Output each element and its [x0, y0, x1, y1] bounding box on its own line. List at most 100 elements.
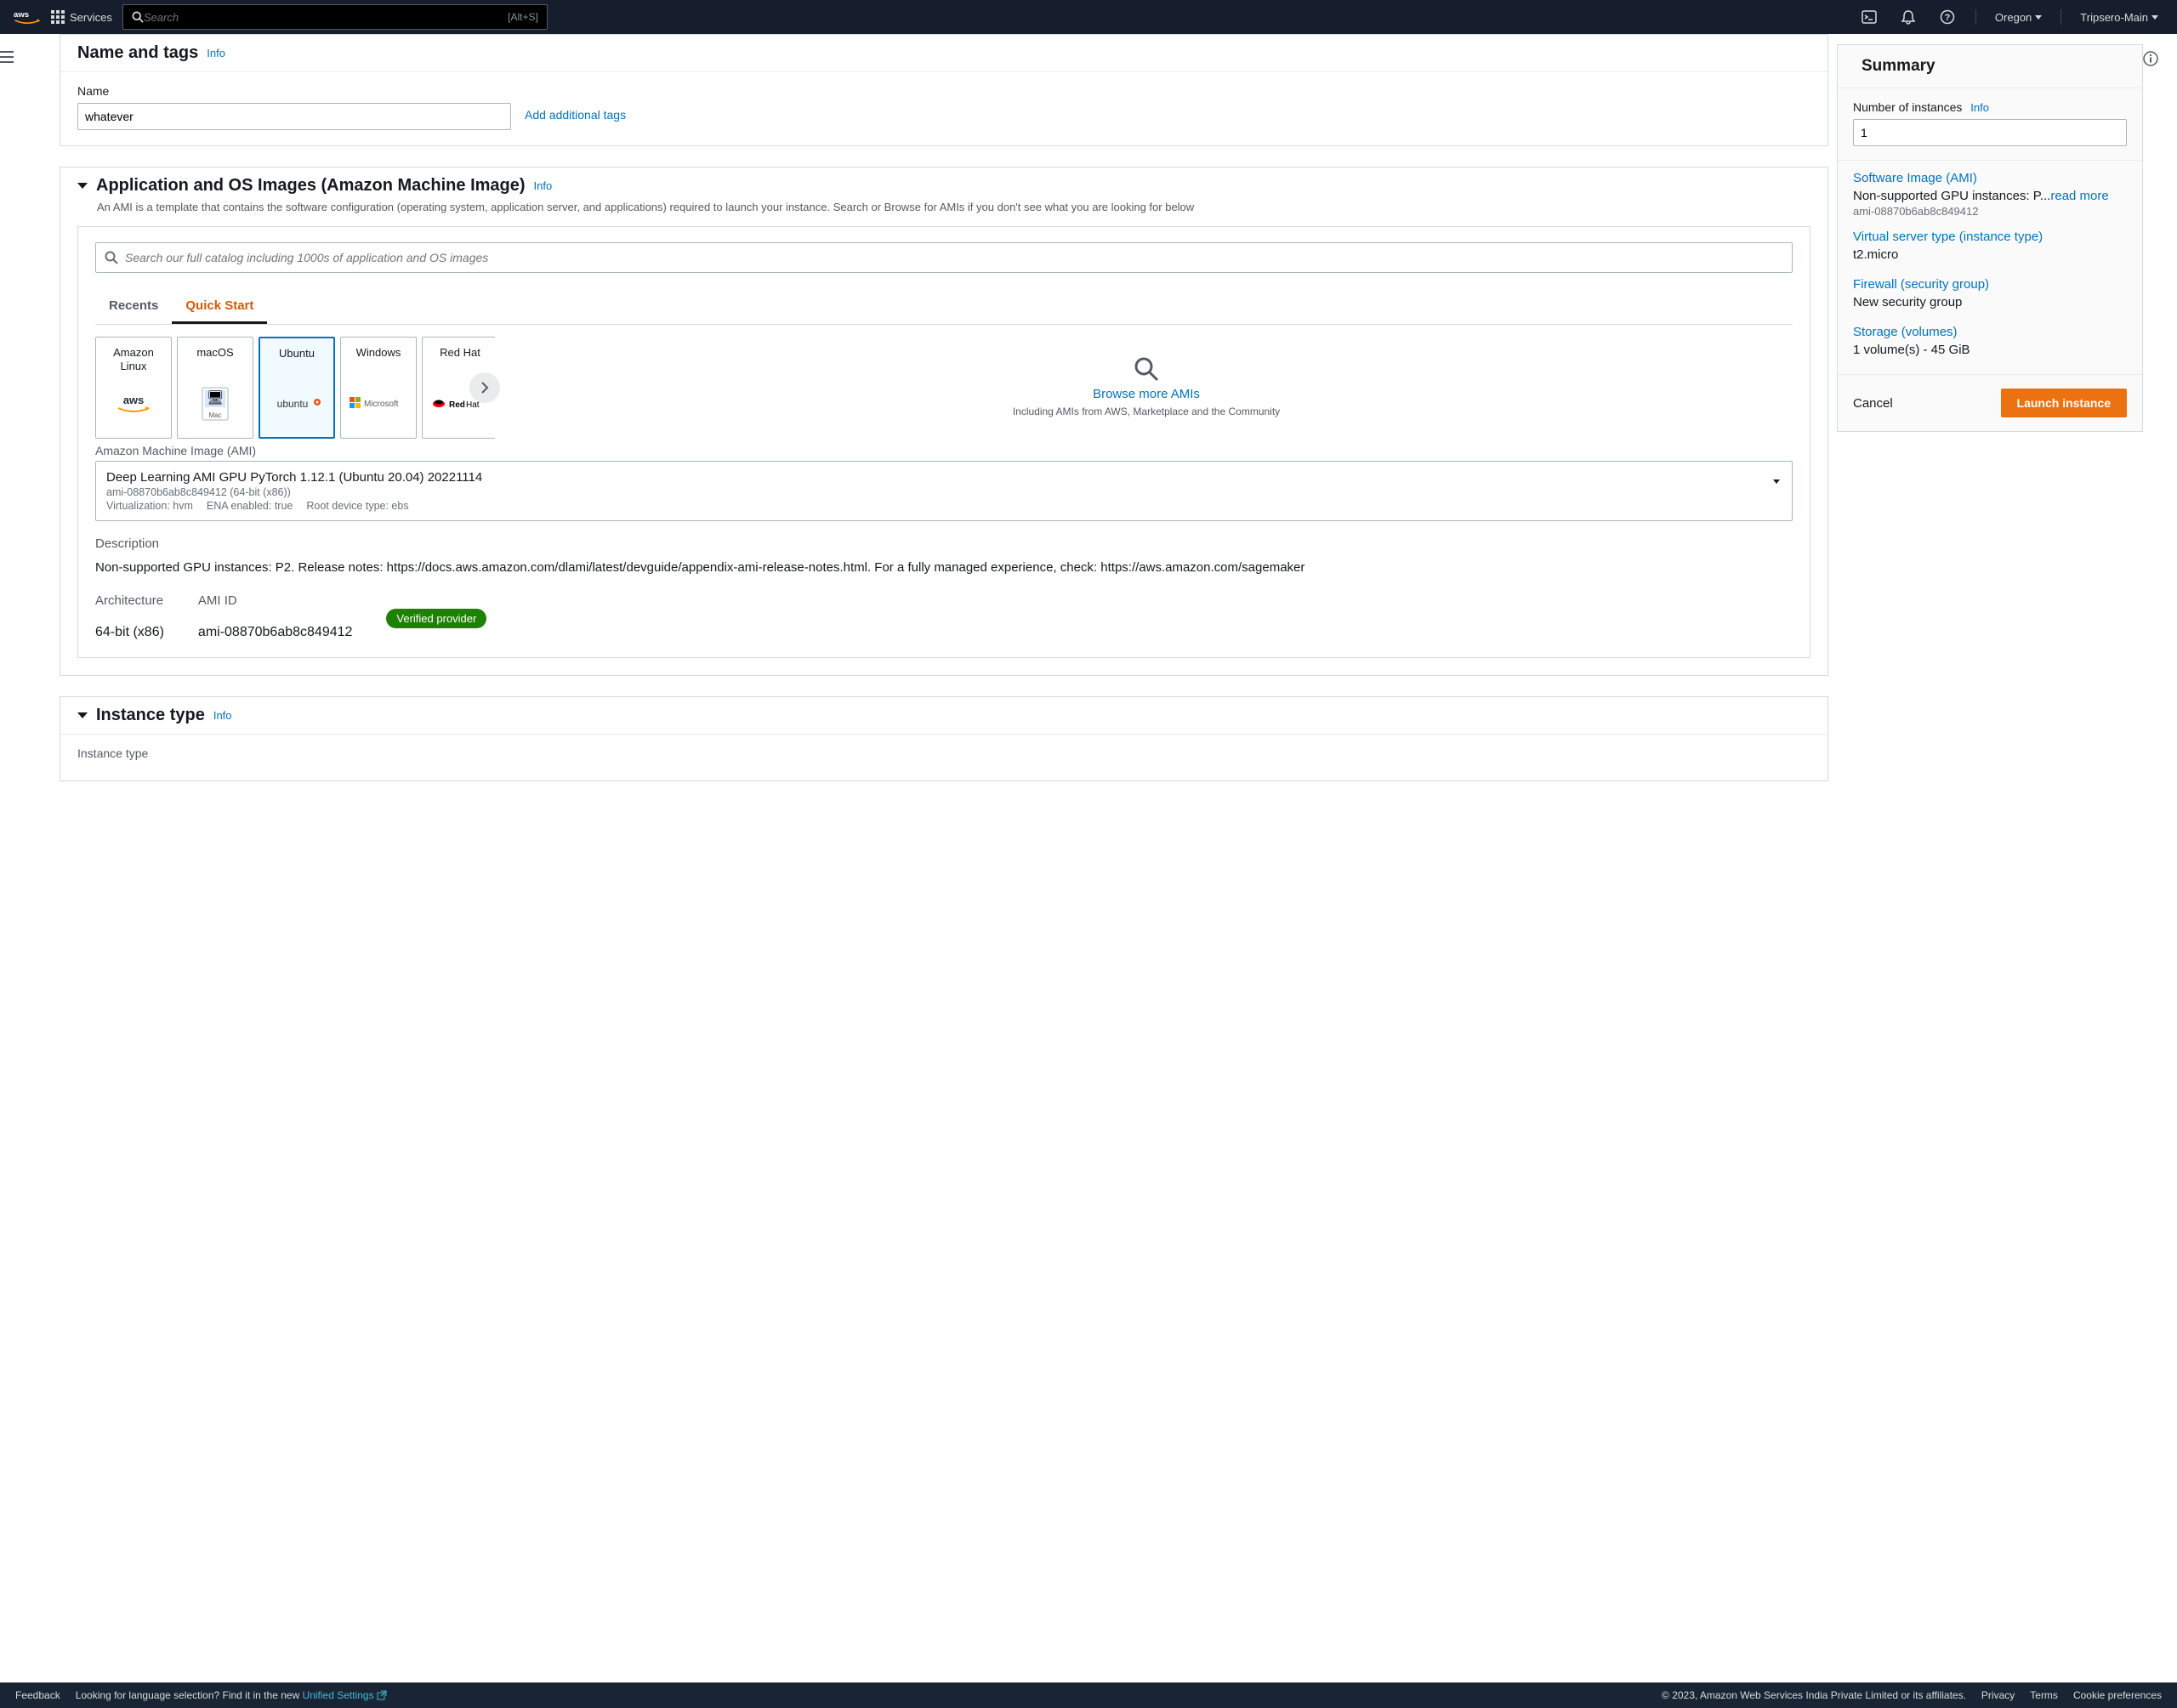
vstype-value: t2.micro	[1853, 247, 2127, 262]
ami-info[interactable]: Info	[534, 179, 553, 192]
summary-title: Summary	[1862, 57, 1935, 76]
storage-link[interactable]: Storage (volumes)	[1853, 325, 2127, 339]
os-tiles-row: Amazon Linux aws macOS 🖥Mac Ubuntu ubunt…	[95, 337, 1793, 439]
menu-toggle-icon[interactable]	[0, 51, 34, 63]
description-text: Non-supported GPU instances: P2. Release…	[95, 558, 1793, 578]
svg-text:ubuntu: ubuntu	[277, 398, 309, 410]
aws-logo[interactable]: aws	[14, 9, 41, 26]
ami-inner-panel: Recents Quick Start Amazon Linux aws mac…	[77, 226, 1810, 658]
grid-icon	[51, 10, 65, 24]
ami-ena: ENA enabled: true	[207, 500, 293, 512]
microsoft-icon: Microsoft	[350, 378, 407, 429]
summary-column: Summary Number of instances Info Softwar…	[1837, 34, 2143, 853]
browse-more-link[interactable]: Browse more AMIs	[1093, 387, 1200, 401]
launch-instance-button[interactable]: Launch instance	[2001, 389, 2127, 417]
svg-text:aws: aws	[14, 10, 29, 20]
ami-select-title: Deep Learning AMI GPU PyTorch 1.12.1 (Ub…	[106, 470, 1761, 485]
num-instances-label: Number of instances	[1853, 100, 1962, 114]
software-image-link[interactable]: Software Image (AMI)	[1853, 171, 2127, 185]
os-tile-windows[interactable]: Windows Microsoft	[340, 337, 417, 439]
arch-value: 64-bit (x86)	[95, 625, 164, 640]
help-icon[interactable]: ?	[1933, 6, 1962, 28]
num-instances-input[interactable]	[1853, 119, 2127, 146]
right-rail	[2143, 34, 2177, 853]
ami-description: An AMI is a template that contains the s…	[60, 199, 1827, 226]
ami-search-input[interactable]	[125, 251, 1783, 264]
tab-recents[interactable]: Recents	[95, 290, 172, 324]
name-tags-panel: Name and tags Info Name Add additional t…	[60, 34, 1828, 146]
svg-text:aws: aws	[123, 394, 145, 406]
caret-down-icon	[1773, 484, 1780, 497]
unified-settings-link[interactable]: Unified Settings	[303, 1689, 387, 1701]
external-link-icon	[377, 1690, 387, 1700]
os-tile-macos[interactable]: macOS 🖥Mac	[177, 337, 253, 439]
ami-root: Root device type: ebs	[306, 500, 408, 512]
lang-hint: Looking for language selection? Find it …	[76, 1689, 387, 1701]
instance-name-input[interactable]	[77, 103, 511, 130]
caret-down-icon	[2151, 15, 2158, 20]
notifications-icon[interactable]	[1894, 6, 1923, 28]
browse-more-sub: Including AMIs from AWS, Marketplace and…	[1013, 405, 1280, 419]
ami-title: Application and OS Images (Amazon Machin…	[96, 176, 526, 196]
global-search[interactable]: [Alt+S]	[122, 4, 548, 30]
caret-down-icon	[2035, 15, 2042, 20]
svg-text:Hat: Hat	[466, 400, 480, 410]
search-input[interactable]	[144, 11, 508, 24]
ami-tabs: Recents Quick Start	[95, 290, 1793, 325]
feedback-link[interactable]: Feedback	[15, 1689, 60, 1701]
amiid-label: AMI ID	[198, 593, 352, 608]
collapse-icon[interactable]	[77, 712, 88, 718]
ami-select[interactable]: Deep Learning AMI GPU PyTorch 1.12.1 (Ub…	[95, 461, 1793, 521]
main-content: Name and tags Info Name Add additional t…	[34, 34, 1837, 853]
info-panel-toggle[interactable]	[2143, 51, 2177, 66]
terms-link[interactable]: Terms	[2030, 1689, 2058, 1701]
vstype-link[interactable]: Virtual server type (instance type)	[1853, 230, 2127, 244]
software-image-id: ami-08870b6ab8c849412	[1853, 205, 2127, 218]
ami-select-sub: ami-08870b6ab8c849412 (64-bit (x86))	[106, 486, 1761, 498]
search-shortcut: [Alt+S]	[508, 11, 538, 23]
cloudshell-icon[interactable]	[1855, 6, 1884, 28]
num-instances-info[interactable]: Info	[1970, 101, 1989, 114]
svg-text:Mac: Mac	[208, 411, 221, 419]
copyright: © 2023, Amazon Web Services India Privat…	[1662, 1689, 1966, 1701]
instance-type-info[interactable]: Info	[213, 709, 232, 722]
software-image-value: Non-supported GPU instances: P...read mo…	[1853, 189, 2127, 203]
mac-icon: 🖥 Mac	[202, 378, 229, 429]
collapse-icon[interactable]	[77, 183, 88, 189]
ami-panel: Application and OS Images (Amazon Machin…	[60, 167, 1828, 676]
cookie-link[interactable]: Cookie preferences	[2073, 1689, 2162, 1701]
svg-text:Microsoft: Microsoft	[364, 400, 399, 409]
description-label: Description	[95, 536, 1793, 551]
services-label: Services	[70, 11, 112, 24]
os-tile-ubuntu[interactable]: Ubuntu ubuntu	[259, 337, 335, 439]
storage-value: 1 volume(s) - 45 GiB	[1853, 343, 2127, 357]
instance-type-title: Instance type	[96, 706, 205, 725]
search-icon	[105, 251, 118, 264]
scroll-next-button[interactable]	[469, 372, 500, 403]
name-tags-info[interactable]: Info	[207, 47, 225, 60]
tab-quick-start[interactable]: Quick Start	[172, 290, 267, 324]
account-menu[interactable]: Tripsero-Main	[2075, 11, 2163, 24]
chevron-right-icon	[480, 381, 490, 394]
firewall-value: New security group	[1853, 295, 2127, 309]
ubuntu-icon: ubuntu	[270, 379, 323, 428]
svg-text:🖥: 🖥	[207, 390, 224, 406]
svg-text:?: ?	[1945, 13, 1951, 23]
os-tile-amazon-linux[interactable]: Amazon Linux aws	[95, 337, 172, 439]
instance-type-panel: Instance type Info Instance type	[60, 696, 1828, 781]
browse-more-amis: Browse more AMIs Including AMIs from AWS…	[500, 337, 1793, 439]
firewall-link[interactable]: Firewall (security group)	[1853, 277, 2127, 292]
privacy-link[interactable]: Privacy	[1981, 1689, 2015, 1701]
amiid-value: ami-08870b6ab8c849412	[198, 625, 352, 640]
magnifier-icon	[1134, 356, 1159, 382]
ami-search[interactable]	[95, 242, 1793, 273]
footer: Feedback Looking for language selection?…	[0, 1682, 2177, 1708]
instance-type-label: Instance type	[77, 746, 1810, 760]
region-selector[interactable]: Oregon	[1990, 11, 2047, 24]
verified-badge: Verified provider	[386, 609, 486, 628]
cancel-button[interactable]: Cancel	[1853, 396, 1893, 411]
read-more-link[interactable]: read more	[2050, 189, 2108, 203]
arch-label: Architecture	[95, 593, 164, 608]
services-menu[interactable]: Services	[51, 10, 112, 24]
add-tags-link[interactable]: Add additional tags	[525, 108, 626, 122]
